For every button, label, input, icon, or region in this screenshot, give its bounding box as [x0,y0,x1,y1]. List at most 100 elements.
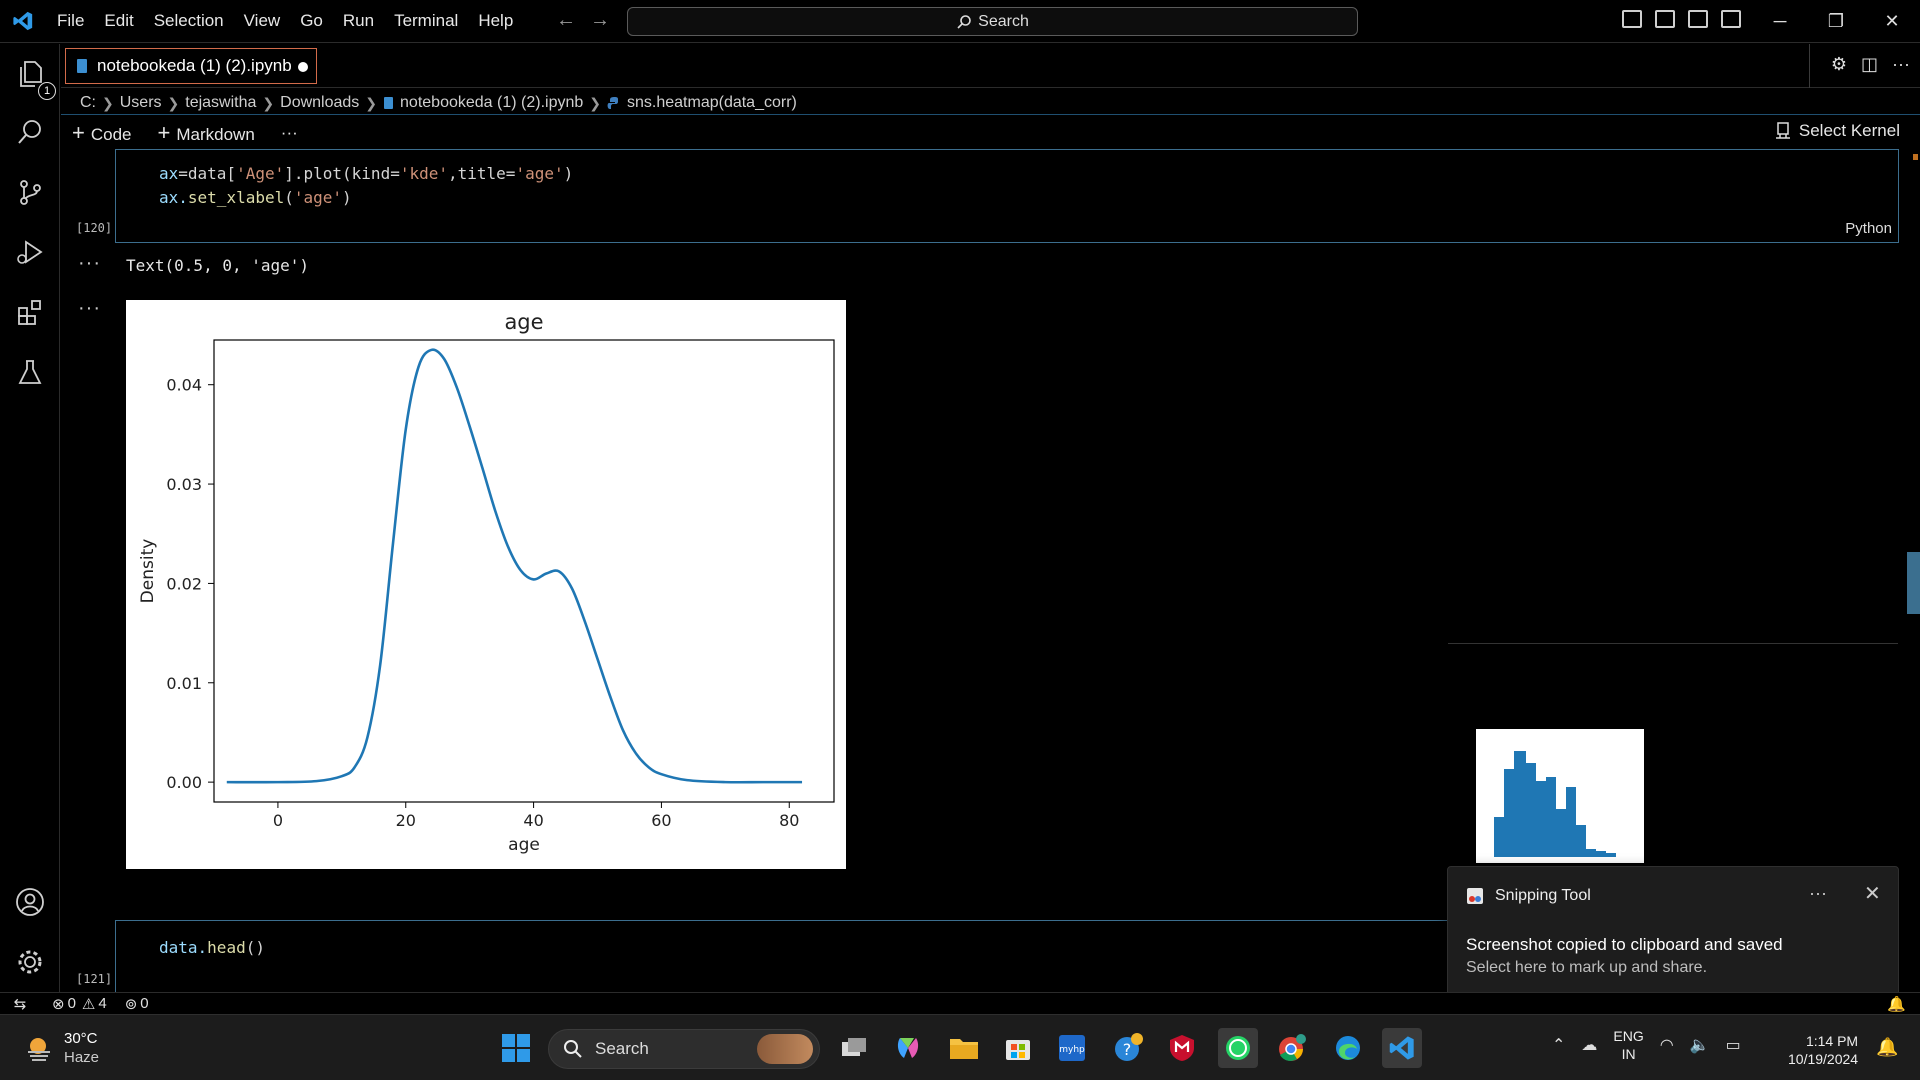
forward-arrow-icon[interactable]: → [590,9,610,32]
ports-icon[interactable]: ⊚ [125,995,138,1013]
mcafee-icon[interactable] [1162,1028,1202,1068]
x-tick-label: 40 [523,811,543,830]
snipping-tool-notification[interactable]: Snipping Tool ··· ✕ Screenshot copied to… [1447,866,1899,1003]
kde-plot: age 0 20 40 60 80 0.00 0.01 0.02 0.03 0.04 age Densi… [126,300,846,869]
input-language[interactable]: ENG IN [1613,1027,1643,1063]
source-control-icon[interactable] [10,172,50,212]
code-cell[interactable]: ax=data['Age'].plot(kind='kde',title='ag… [115,149,1899,243]
weather-condition: Haze [64,1049,100,1066]
unsaved-dot-icon[interactable] [298,62,308,72]
taskbar-search[interactable]: Search [548,1029,820,1069]
testing-flask-icon[interactable] [10,352,50,392]
manage-gear-icon[interactable] [10,942,50,982]
notebook-file-icon [384,97,394,109]
plot-area [213,339,835,803]
x-axis-label: age [508,835,540,855]
breadcrumb-users[interactable]: Users [120,94,162,112]
search-icon[interactable] [10,112,50,152]
screenshot-preview[interactable] [1448,643,1898,865]
task-view-icon[interactable] [834,1028,874,1068]
close-icon[interactable]: ✕ [1864,881,1881,906]
menu-edit[interactable]: Edit [96,7,141,35]
command-center-search[interactable]: Search [627,7,1358,36]
cell-language-label[interactable]: Python [1845,220,1892,237]
breadcrumb: C: ❯ Users ❯ tejaswitha ❯ Downloads ❯ notebo… [80,92,797,114]
wifi-icon[interactable]: ◠ [1660,1035,1674,1055]
menu-view[interactable]: View [236,7,289,35]
error-count[interactable]: 0 [68,995,76,1012]
menu-help[interactable]: Help [470,7,521,35]
clock[interactable]: 1:14 PM 10/19/2024 [1788,1032,1858,1068]
battery-icon[interactable]: ▭ [1726,1035,1741,1055]
menu-bar: File Edit Selection View Go Run Terminal… [49,7,521,35]
breadcrumb-file[interactable]: notebookeda (1) (2).ipynb [400,94,583,112]
microsoft-store-icon[interactable] [998,1028,1038,1068]
warning-count[interactable]: 4 [98,995,106,1012]
output-more-button[interactable]: ··· [78,297,101,320]
onedrive-icon[interactable]: ☁ [1581,1035,1597,1055]
scrollbar-thumb[interactable] [1907,552,1920,614]
toggle-secondary-sidebar-icon[interactable] [1688,10,1708,28]
file-explorer-icon[interactable] [944,1028,984,1068]
cell-code[interactable]: ax=data['Age'].plot(kind='kde',title='ag… [159,162,573,210]
add-code-cell-button[interactable]: + Code [72,120,132,146]
edge-icon[interactable] [1328,1028,1368,1068]
menu-run[interactable]: Run [335,7,382,35]
execution-count: [120] [76,221,113,235]
breadcrumb-symbol[interactable]: sns.heatmap(data_corr) [627,94,797,112]
notifications-bell-icon[interactable]: 🔔 [1876,1037,1898,1058]
output-text: Text(0.5, 0, 'age') [126,256,310,275]
menu-selection[interactable]: Selection [146,7,232,35]
warning-icon[interactable]: ⚠ [82,995,95,1013]
weather-widget[interactable]: 30°C Haze [24,1029,99,1067]
chevron-up-icon[interactable]: ⌃ [1552,1035,1565,1055]
toggle-panel-icon[interactable] [1655,10,1675,28]
start-windows-icon[interactable] [496,1028,536,1068]
remote-icon[interactable]: ⇆ [0,995,40,1013]
ports-count[interactable]: 0 [140,995,148,1012]
preview-thumbnail [1476,729,1644,863]
more-actions-icon[interactable]: ··· [1892,54,1910,75]
get-help-icon[interactable]: ? [1108,1028,1148,1068]
volume-icon[interactable]: 🔈 [1690,1035,1710,1055]
notifications-bell-icon[interactable]: 🔔 [1887,995,1906,1013]
extensions-icon[interactable] [10,292,50,332]
menu-file[interactable]: File [49,7,92,35]
customize-layout-icon[interactable] [1721,10,1741,28]
y-tick-label: 0.04 [166,376,202,395]
breadcrumb-user[interactable]: tejaswitha [185,94,256,112]
explorer-icon[interactable]: 1 [10,54,56,100]
search-highlight-image-icon [757,1034,813,1064]
vscode-taskbar-icon[interactable] [1382,1028,1422,1068]
add-markdown-cell-button[interactable]: + Markdown [158,120,255,146]
menu-go[interactable]: Go [292,7,331,35]
accounts-icon[interactable] [10,882,50,922]
error-icon[interactable]: ⊗ [52,995,65,1013]
output-more-button[interactable]: ··· [78,252,101,275]
cell-code[interactable]: data.head() [159,936,265,960]
vscode-logo-icon [0,0,45,43]
split-editor-icon[interactable]: ◫ [1861,54,1878,75]
chrome-icon[interactable] [1272,1028,1312,1068]
toast-more-button[interactable]: ··· [1809,883,1827,904]
y-axis-label: Density [138,539,158,604]
toolbar-more-button[interactable]: ··· [281,123,298,143]
plus-icon: + [157,120,171,145]
menu-terminal[interactable]: Terminal [386,7,466,35]
back-arrow-icon[interactable]: ← [556,9,576,32]
minimize-icon[interactable]: ─ [1752,0,1808,43]
whatsapp-icon[interactable] [1218,1028,1258,1068]
myhp-icon[interactable]: myhp [1052,1028,1092,1068]
breadcrumb-downloads[interactable]: Downloads [280,94,359,112]
restore-icon[interactable]: ❐ [1808,0,1864,43]
close-window-icon[interactable]: ✕ [1864,0,1920,43]
chart-title: age [504,310,543,334]
copilot-icon[interactable] [888,1028,928,1068]
svg-text:myhp: myhp [1059,1045,1085,1055]
tab-notebook[interactable]: notebookeda (1) (2).ipynb [65,48,317,84]
select-kernel-button[interactable]: Select Kernel [1775,121,1900,141]
notebook-settings-gear-icon[interactable]: ⚙ [1831,54,1847,75]
run-debug-icon[interactable] [10,232,50,272]
toggle-primary-sidebar-icon[interactable] [1622,10,1642,28]
breadcrumb-drive[interactable]: C: [80,94,96,112]
